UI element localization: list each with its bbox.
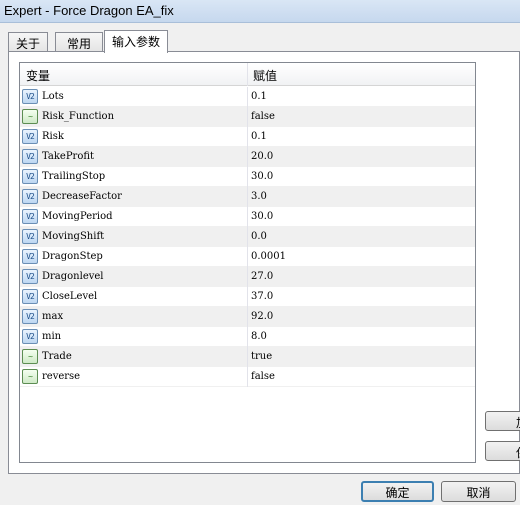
column-divider: [247, 307, 248, 327]
param-name: DragonStep: [42, 251, 103, 262]
column-divider: [247, 247, 248, 267]
param-row[interactable]: V2 CloseLevel 37.0: [20, 287, 475, 307]
param-row[interactable]: V2 TakeProfit 20.0: [20, 147, 475, 167]
param-name: MovingShift: [42, 231, 105, 242]
param-value[interactable]: 30.0: [251, 171, 273, 182]
title-bar: Expert - Force Dragon EA_fix: [0, 0, 520, 23]
param-value[interactable]: 92.0: [251, 311, 273, 322]
numeric-param-icon: V2: [22, 309, 38, 324]
param-name: CloseLevel: [42, 291, 98, 302]
numeric-param-icon: V2: [22, 149, 38, 164]
header-variable[interactable]: 变量: [26, 67, 50, 84]
numeric-param-icon: V2: [22, 209, 38, 224]
param-name: MovingPeriod: [42, 211, 113, 222]
param-value[interactable]: 37.0: [251, 291, 273, 302]
param-name: Risk: [42, 131, 64, 142]
header-value[interactable]: 赋值: [253, 67, 277, 84]
param-row[interactable]: V2 Dragonlevel 27.0: [20, 267, 475, 287]
numeric-param-icon: V2: [22, 329, 38, 344]
param-name: Risk_Function: [42, 111, 115, 122]
param-name: min: [42, 331, 62, 342]
param-row[interactable]: V2 DragonStep 0.0001: [20, 247, 475, 267]
numeric-param-icon: V2: [22, 129, 38, 144]
param-value[interactable]: 27.0: [251, 271, 273, 282]
param-row[interactable]: V2 min 8.0: [20, 327, 475, 347]
param-value[interactable]: 8.0: [251, 331, 267, 342]
column-divider: [247, 87, 248, 107]
window-title: Expert - Force Dragon EA_fix: [4, 3, 174, 18]
numeric-param-icon: V2: [22, 249, 38, 264]
param-value[interactable]: 0.1: [251, 131, 267, 142]
grid-header: 变量 赋值: [20, 63, 475, 86]
param-name: reverse: [42, 371, 81, 382]
param-value[interactable]: false: [251, 111, 275, 122]
numeric-param-icon: V2: [22, 189, 38, 204]
column-divider: [247, 107, 248, 127]
numeric-param-icon: V2: [22, 229, 38, 244]
column-divider: [247, 167, 248, 187]
param-name: TakeProfit: [42, 151, 95, 162]
header-divider: [247, 63, 248, 86]
boolean-param-icon: ~: [22, 109, 38, 124]
param-value[interactable]: true: [251, 351, 272, 362]
column-divider: [247, 267, 248, 287]
param-name: Dragonlevel: [42, 271, 104, 282]
tab-about[interactable]: 关于: [8, 32, 48, 52]
ok-button[interactable]: 确定: [361, 481, 434, 502]
boolean-param-icon: ~: [22, 369, 38, 384]
param-row[interactable]: V2 DecreaseFactor 3.0: [20, 187, 475, 207]
numeric-param-icon: V2: [22, 89, 38, 104]
boolean-param-icon: ~: [22, 349, 38, 364]
param-value[interactable]: 0.1: [251, 91, 267, 102]
param-row[interactable]: ~ reverse false: [20, 367, 475, 387]
column-divider: [247, 327, 248, 347]
param-name: DecreaseFactor: [42, 191, 122, 202]
param-row[interactable]: V2 Lots 0.1: [20, 87, 475, 107]
param-value[interactable]: 3.0: [251, 191, 267, 202]
param-name: Trade: [42, 351, 72, 362]
tab-common[interactable]: 常用: [55, 32, 103, 52]
load-button[interactable]: 加: [485, 411, 520, 431]
param-row[interactable]: V2 max 92.0: [20, 307, 475, 327]
param-row[interactable]: ~ Trade true: [20, 347, 475, 367]
param-value[interactable]: 0.0001: [251, 251, 286, 262]
numeric-param-icon: V2: [22, 289, 38, 304]
param-row[interactable]: V2 MovingPeriod 30.0: [20, 207, 475, 227]
column-divider: [247, 227, 248, 247]
column-divider: [247, 367, 248, 387]
param-row[interactable]: V2 Risk 0.1: [20, 127, 475, 147]
param-row[interactable]: V2 TrailingStop 30.0: [20, 167, 475, 187]
param-name: TrailingStop: [42, 171, 106, 182]
column-divider: [247, 187, 248, 207]
param-row[interactable]: ~ Risk_Function false: [20, 107, 475, 127]
param-name: max: [42, 311, 64, 322]
column-divider: [247, 207, 248, 227]
column-divider: [247, 147, 248, 167]
numeric-param-icon: V2: [22, 269, 38, 284]
param-row[interactable]: V2 MovingShift 0.0: [20, 227, 475, 247]
save-button[interactable]: 保: [485, 441, 520, 461]
param-value[interactable]: 20.0: [251, 151, 273, 162]
parameters-grid: 变量 赋值 V2 Lots 0.1 ~ Risk_Function false V2 Risk…: [19, 62, 476, 463]
param-value[interactable]: false: [251, 371, 275, 382]
column-divider: [247, 287, 248, 307]
tab-inputs[interactable]: 输入参数: [104, 30, 168, 53]
numeric-param-icon: V2: [22, 169, 38, 184]
param-value[interactable]: 0.0: [251, 231, 267, 242]
column-divider: [247, 127, 248, 147]
param-value[interactable]: 30.0: [251, 211, 273, 222]
column-divider: [247, 347, 248, 367]
param-name: Lots: [42, 91, 64, 102]
cancel-button[interactable]: 取消: [441, 481, 516, 502]
